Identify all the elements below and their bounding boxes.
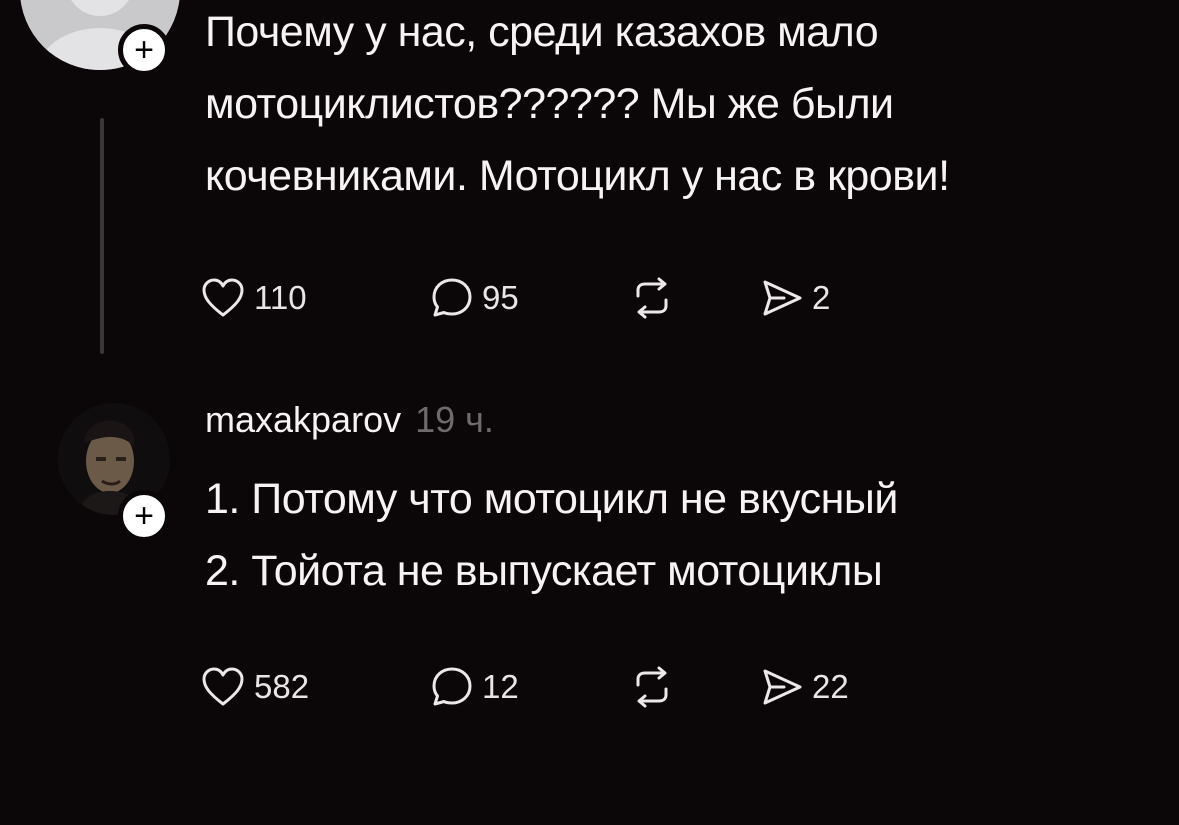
send-icon: [763, 280, 802, 316]
post-action-bar: 110 95 2: [200, 270, 910, 326]
post-body-text: Почему у нас, среди казахов мало мотоцик…: [205, 8, 950, 200]
comment-bubble-icon: [432, 667, 472, 706]
heart-icon: [202, 667, 244, 706]
repost-button[interactable]: [630, 276, 760, 320]
timestamp: 19 ч.: [415, 399, 494, 440]
comment-button[interactable]: 95: [430, 276, 630, 320]
share-button[interactable]: 22: [760, 665, 910, 709]
reply-action-bar: 582 12 22: [200, 659, 910, 715]
repost-icon: [636, 666, 668, 708]
comment-bubble-icon: [432, 278, 472, 317]
follow-badge-label: +: [134, 31, 154, 69]
username[interactable]: maxakparov: [205, 398, 401, 442]
post-meta: maxakparov 19 ч.: [205, 398, 494, 442]
like-count: 582: [254, 668, 310, 705]
repost-icon: [636, 277, 668, 319]
follow-badge-label: +: [134, 497, 154, 535]
like-button[interactable]: 582: [200, 666, 430, 708]
like-count: 110: [254, 279, 307, 316]
share-count: 2: [812, 279, 831, 316]
follow-plus-icon[interactable]: +: [118, 490, 170, 542]
thread-connector-line: [100, 118, 104, 354]
send-icon: [763, 669, 802, 705]
comment-count: 95: [482, 279, 519, 316]
repost-button[interactable]: [630, 665, 760, 709]
share-count: 22: [812, 668, 849, 705]
share-button[interactable]: 2: [760, 276, 910, 320]
heart-icon: [202, 278, 244, 317]
comment-button[interactable]: 12: [430, 665, 630, 709]
like-button[interactable]: 110: [200, 277, 430, 319]
follow-plus-icon[interactable]: +: [118, 24, 170, 76]
comment-count: 12: [482, 668, 519, 705]
thread-screen: + Почему у нас, среди казахов мало мотоц…: [0, 0, 1179, 825]
reply-body-text: 1. Потому что мотоцикл не вкусный 2. Той…: [205, 475, 898, 595]
